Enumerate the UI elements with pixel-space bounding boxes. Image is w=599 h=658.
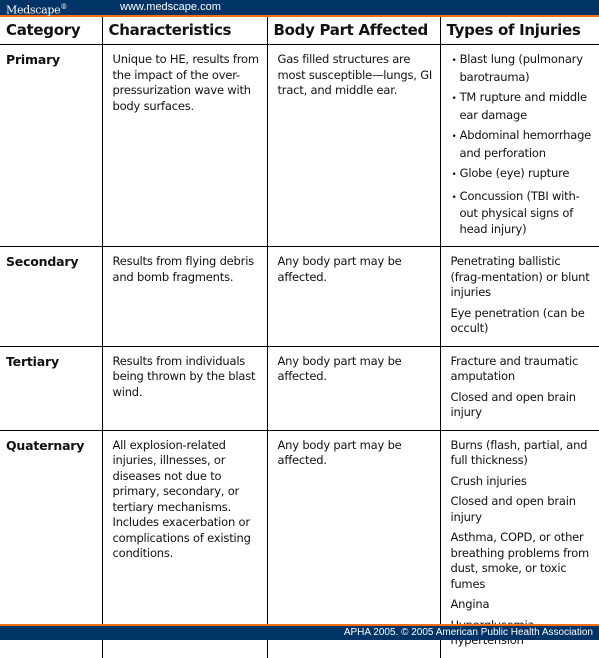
injury-text: Globe (eye) rupture xyxy=(459,166,570,180)
injury-text: Fracture and traumatic amputation xyxy=(450,353,579,384)
injury-text: Blast lung (pulmonary barotrauma) xyxy=(459,52,584,84)
header-bar: Medscape® www.medscape.com xyxy=(0,0,599,17)
injury-item: Crush injuries xyxy=(451,474,594,490)
injury-item: Asthma, COPD, or other breathing problem… xyxy=(451,530,594,592)
injury-text: Burns (flash, partial, and full thicknes… xyxy=(450,437,588,468)
injury-item: Eye penetration (can be occult) xyxy=(451,306,594,337)
injury-item: Blast lung (pulmonary barotrauma) xyxy=(451,52,594,85)
injury-item: Fracture and traumatic amputation xyxy=(451,354,594,385)
medscape-logo[interactable]: Medscape® xyxy=(6,0,67,18)
body-part-cell: Any body part may be affected. xyxy=(266,246,440,347)
injuries-cell: Penetrating ballistic (frag-mentation) o… xyxy=(439,246,599,347)
blast-injury-table: Category Characteristics Body Part Affec… xyxy=(0,17,599,658)
table-row: Secondary Results from flying debris and … xyxy=(0,246,599,347)
characteristics-cell: Results from flying debris and bomb frag… xyxy=(101,246,267,347)
injury-item: Burns (flash, partial, and full thicknes… xyxy=(451,438,594,469)
site-url-link[interactable]: www.medscape.com xyxy=(120,0,221,15)
table-row: Primary Unique to HE, results from the im… xyxy=(0,44,599,247)
injury-item: Angina xyxy=(451,597,594,613)
injury-text: Concussion (TBI with-out physical signs … xyxy=(459,188,580,236)
injuries-cell: Fracture and traumatic amputation Closed … xyxy=(439,346,599,431)
injury-text: Angina xyxy=(450,597,490,611)
column-header-body-part: Body Part Affected xyxy=(266,17,440,45)
body-part-cell: Gas filled structures are most susceptib… xyxy=(266,44,440,247)
injury-text: Crush injuries xyxy=(450,473,527,488)
characteristics-cell: Results from individuals being thrown by… xyxy=(101,346,267,431)
injury-item: TM rupture and middle ear damage xyxy=(451,90,594,123)
injury-item: Abdominal hemorrhage and perforation xyxy=(451,128,594,161)
category-cell: Tertiary xyxy=(0,346,102,431)
body-part-cell: Any body part may be affected. xyxy=(266,346,440,431)
brand-name: Medscape xyxy=(6,3,61,17)
injury-text: Closed and open brain injury xyxy=(450,389,576,420)
injury-text: TM rupture and middle ear damage xyxy=(459,90,588,122)
injury-item: Penetrating ballistic (frag-mentation) o… xyxy=(451,254,594,301)
characteristics-cell: Unique to HE, results from the impact of… xyxy=(101,44,267,247)
table-header-row: Category Characteristics Body Part Affec… xyxy=(0,17,599,45)
column-header-characteristics: Characteristics xyxy=(101,17,267,45)
category-cell: Primary xyxy=(0,44,102,247)
table-row: Tertiary Results from individuals being t… xyxy=(0,346,599,431)
footer-bar: APHA 2005. © 2005 American Public Health… xyxy=(0,624,599,640)
injury-text: Eye penetration (can be occult) xyxy=(450,305,585,336)
registered-mark: ® xyxy=(60,3,68,11)
copyright-credit: APHA 2005. © 2005 American Public Health… xyxy=(343,627,593,638)
injury-item: Concussion (TBI with-out physical signs … xyxy=(451,189,594,238)
category-cell: Secondary xyxy=(0,246,102,347)
injury-item: Closed and open brain injury xyxy=(451,390,594,421)
injury-text: Asthma, COPD, or other breathing problem… xyxy=(450,530,590,591)
injuries-cell: Blast lung (pulmonary barotrauma) TM rupt… xyxy=(439,44,599,247)
injury-text: Abdominal hemorrhage and perforation xyxy=(459,128,592,160)
injury-item: Globe (eye) rupture xyxy=(451,166,594,184)
injury-item: Closed and open brain injury xyxy=(451,494,594,525)
column-header-category: Category xyxy=(0,17,102,45)
injury-text: Penetrating ballistic (frag-mentation) o… xyxy=(450,254,590,299)
column-header-injuries: Types of Injuries xyxy=(439,17,599,45)
injury-text: Closed and open brain injury xyxy=(450,494,576,524)
